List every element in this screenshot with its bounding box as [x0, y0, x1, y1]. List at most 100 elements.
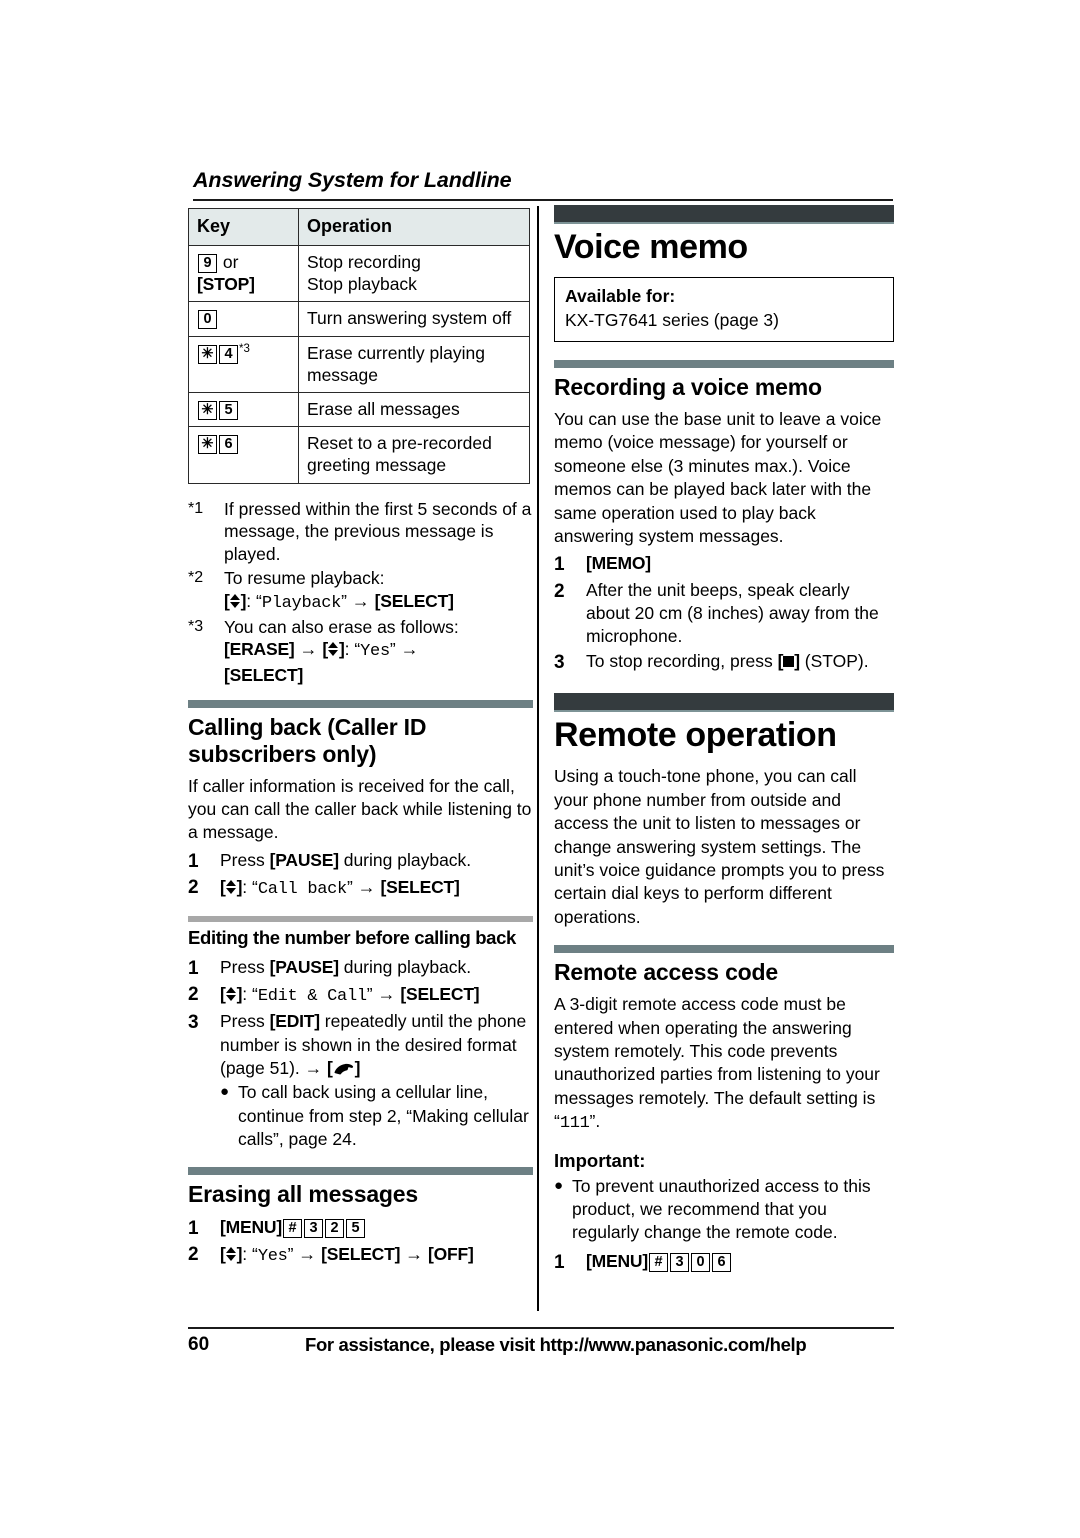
- footnote-text: You can also erase as follows:: [224, 616, 459, 637]
- cell-key: ✳ 6: [188, 426, 299, 484]
- quote-close: ”: [389, 639, 401, 660]
- section-bar: [554, 359, 894, 368]
- nav-key-bracket: []: [220, 984, 243, 1005]
- select-key: [SELECT]: [224, 664, 304, 685]
- cell-key: ✳ 5: [188, 391, 299, 428]
- step-text-pre: Press: [220, 849, 270, 870]
- manual-page: Answering System for Landline Key Operat…: [0, 0, 1080, 1538]
- handset-icon: [333, 1062, 355, 1076]
- step-text-post: during playback.: [338, 957, 472, 978]
- key-glyph-9: 9: [198, 253, 217, 273]
- intro-post: ”.: [589, 1110, 601, 1131]
- recording-intro: You can use the base unit to leave a voi…: [554, 409, 882, 546]
- step-number: 2: [188, 877, 199, 899]
- arrow-icon: →: [405, 1243, 424, 1264]
- bullet-icon: ●: [554, 1176, 564, 1194]
- display-string: Edit & Call: [257, 987, 367, 1007]
- key-glyph-4: 4: [219, 344, 238, 364]
- key-glyph-asterisk: ✳: [198, 435, 217, 455]
- bullet-icon: ●: [220, 1083, 230, 1101]
- key-glyph-6: 6: [711, 1252, 731, 1272]
- key-operation-table: Key Operation 9 or [STOP] Stop recording…: [188, 208, 530, 484]
- step-number: 2: [188, 1243, 199, 1265]
- footer-rule: [188, 1327, 894, 1329]
- step-number: 3: [188, 1012, 199, 1034]
- step-text-pre: Press: [220, 1011, 270, 1032]
- footnotes: *1 If pressed within the first 5 seconds…: [188, 498, 533, 687]
- cell-key: ✳ 4 *3: [188, 335, 299, 393]
- step-number: 1: [554, 1251, 565, 1273]
- calling-back-title: Calling back (Caller ID subscribers only…: [188, 714, 427, 767]
- editing-number-title: Editing the number before calling back: [188, 926, 516, 948]
- important-bullet: ● To prevent unauthorized access to this…: [554, 1175, 894, 1245]
- stop-key-bracket: []: [777, 650, 800, 671]
- intro-pre: A 3-digit remote access code must be ent…: [554, 994, 880, 1131]
- editing-number-section: Editing the number before calling back 1…: [188, 915, 533, 1151]
- key-glyph-6: 6: [219, 435, 238, 455]
- talk-key-bracket: []: [327, 1057, 361, 1078]
- key-glyph-5: 5: [345, 1218, 365, 1238]
- bullet-text: To call back using a cellular line, cont…: [238, 1082, 529, 1149]
- step-number: 3: [554, 651, 565, 673]
- calling-back-section: Calling back (Caller ID subscribers only…: [188, 700, 533, 902]
- select-key: [SELECT]: [380, 877, 460, 898]
- stop-square-icon: [783, 655, 795, 667]
- arrow-icon: →: [377, 984, 396, 1005]
- menu-key: [MENU]: [586, 1250, 648, 1271]
- footnote-mark: *2: [188, 568, 204, 586]
- step-text-post: during playback.: [338, 849, 472, 870]
- footnote-mark: *3: [188, 617, 204, 635]
- default-code: 111: [559, 1113, 590, 1133]
- key-glyph-3: 3: [303, 1218, 323, 1238]
- remote-operation-section: Remote operation Using a touch-tone phon…: [554, 693, 894, 929]
- select-key: [SELECT]: [321, 1243, 401, 1264]
- step-1: 1 Press [PAUSE] during playback.: [188, 849, 533, 874]
- nav-key-bracket: []: [322, 639, 345, 660]
- off-key: [OFF]: [427, 1243, 474, 1264]
- footnote-ref: *3: [239, 342, 250, 355]
- key-glyph-0: 0: [690, 1252, 710, 1272]
- column-divider: [537, 206, 539, 1311]
- arrow-icon: →: [351, 590, 370, 611]
- step-text-post: (STOP).: [799, 650, 869, 671]
- arrow-icon: →: [357, 877, 376, 898]
- major-section-bar: [554, 205, 894, 224]
- pause-key: [PAUSE]: [269, 957, 339, 978]
- step-text-pre: To stop recording, press: [586, 650, 778, 671]
- step-number: 1: [188, 850, 199, 872]
- footnote-2: *2 To resume playback: []: “Playback” → …: [188, 567, 533, 615]
- nav-key-bracket: []: [220, 1243, 243, 1264]
- step-text: Press [PAUSE] during playback.: [220, 956, 533, 981]
- remote-access-code-intro: A 3-digit remote access code must be ent…: [554, 993, 894, 1135]
- section-bar: [554, 944, 894, 953]
- step-text: []: “Edit & Call” → [SELECT]: [220, 982, 533, 1009]
- colon: :: [344, 639, 355, 660]
- nav-updown-icon: [226, 987, 237, 1002]
- available-for-value: KX-TG7641 series (page 3): [565, 309, 779, 330]
- erasing-all-title: Erasing all messages: [188, 1181, 418, 1208]
- step-number: 2: [188, 984, 199, 1006]
- nav-updown-icon: [328, 642, 339, 657]
- select-key: [SELECT]: [400, 984, 480, 1005]
- step-1: 1 [MEMO]: [554, 552, 894, 577]
- voice-memo-section: Voice memo Available for: KX-TG7641 seri…: [554, 205, 894, 675]
- important-label: Important:: [554, 1149, 646, 1171]
- quote-close: ”: [341, 590, 352, 611]
- footnote-body: You can also erase as follows: [ERASE] →…: [224, 616, 533, 687]
- key-suffix: or: [222, 251, 239, 272]
- quote-close: ”: [346, 877, 358, 898]
- arrow-icon: →: [400, 639, 419, 660]
- step-text: [MENU] #3 2 5: [220, 1216, 533, 1241]
- footnote-text: To resume playback:: [224, 567, 385, 588]
- bullet-text: To prevent unauthorized access to this p…: [572, 1175, 871, 1243]
- available-for-label: Available for:: [565, 286, 676, 307]
- key-glyph-asterisk: ✳: [198, 400, 217, 420]
- header-rule: [193, 199, 893, 201]
- step-text: To stop recording, press [] (STOP).: [586, 650, 894, 675]
- colon: :: [246, 590, 257, 611]
- quote-close: ”: [366, 984, 378, 1005]
- footnote-3: *3 You can also erase as follows: [ERASE…: [188, 616, 533, 687]
- table-row: 9 or [STOP] Stop recording Stop playback: [188, 244, 530, 303]
- available-for-box: Available for: KX-TG7641 series (page 3): [554, 277, 894, 342]
- key-glyph-hash: #: [282, 1218, 302, 1238]
